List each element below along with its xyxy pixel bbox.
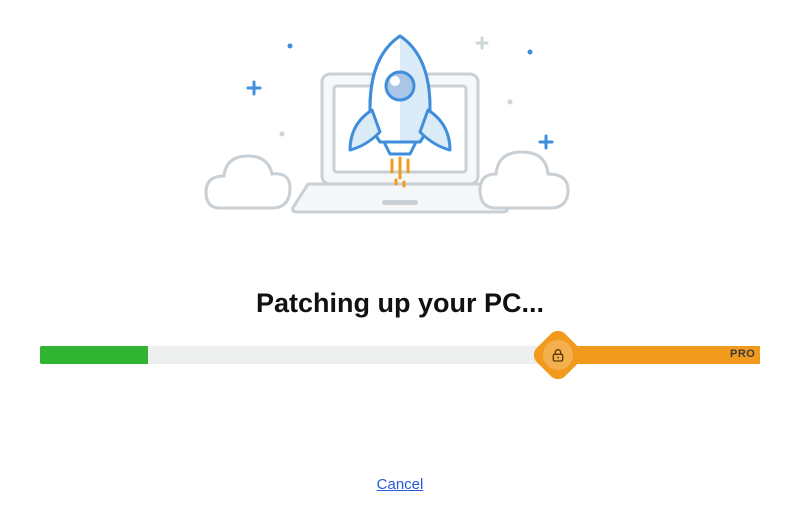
rocket-laptop-illustration xyxy=(190,24,610,234)
pro-label: PRO xyxy=(730,348,755,360)
progress-bar: PRO xyxy=(40,346,760,364)
cancel-row: Cancel xyxy=(0,476,800,494)
patching-screen: Patching up your PC... PRO Cancel xyxy=(0,0,800,520)
progress-done xyxy=(40,346,148,364)
rocket-laptop-icon xyxy=(190,24,610,234)
cancel-link[interactable]: Cancel xyxy=(377,476,424,493)
status-title: Patching up your PC... xyxy=(0,288,800,319)
lock-icon xyxy=(550,347,566,363)
pro-lock-badge xyxy=(530,327,587,384)
